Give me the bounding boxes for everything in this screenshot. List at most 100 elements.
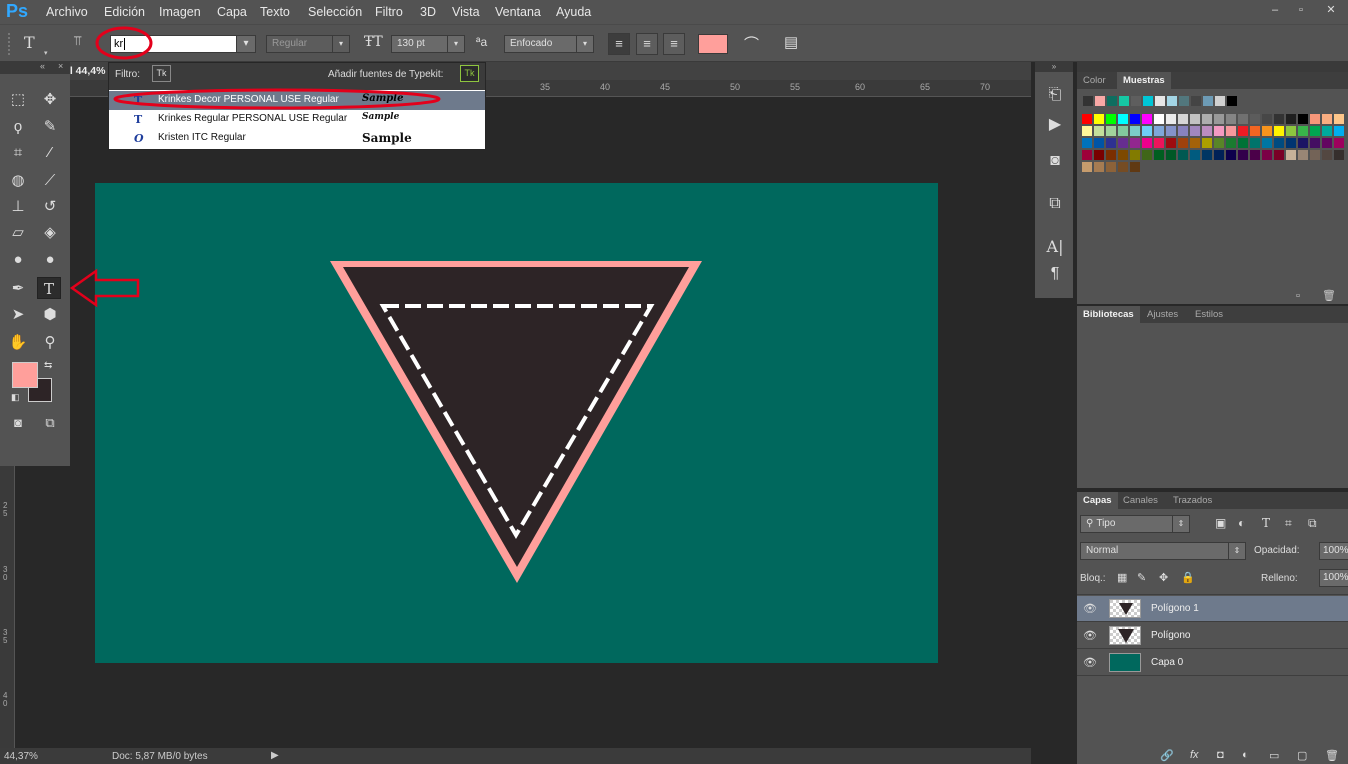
swatch[interactable] [1130, 162, 1140, 172]
status-menu-arrow-icon[interactable]: ▶ [271, 750, 279, 761]
filter-adjustment-icon[interactable]: ◐ [1238, 516, 1245, 530]
swatch[interactable] [1166, 126, 1176, 136]
swatch[interactable] [1118, 150, 1128, 160]
swatch[interactable] [1310, 114, 1320, 124]
swatch[interactable] [1274, 150, 1284, 160]
close-icon[interactable]: × [58, 61, 63, 71]
tab-capas[interactable]: Capas [1077, 492, 1118, 509]
swatch[interactable] [1214, 150, 1224, 160]
swatch[interactable] [1154, 150, 1164, 160]
type-tool-preset-icon[interactable]: T [24, 33, 35, 52]
swatch[interactable] [1214, 114, 1224, 124]
swatch[interactable] [1143, 96, 1153, 106]
swatch[interactable] [1118, 126, 1128, 136]
swatch[interactable] [1106, 150, 1116, 160]
swatch[interactable] [1334, 138, 1344, 148]
swatch[interactable] [1118, 114, 1128, 124]
antialias-dropdown[interactable]: Enfocado ▾ [504, 35, 594, 53]
swatch[interactable] [1178, 126, 1188, 136]
swatch[interactable] [1262, 150, 1272, 160]
new-group-icon[interactable]: ▭ [1269, 749, 1279, 762]
quick-selection-tool-icon[interactable]: ✎ [38, 116, 62, 138]
swatch[interactable] [1130, 138, 1140, 148]
tab-estilos[interactable]: Estilos [1189, 306, 1229, 323]
swatch[interactable] [1179, 96, 1189, 106]
blend-mode-dropdown[interactable]: Normal ⇕ [1080, 542, 1246, 560]
swatch[interactable] [1226, 114, 1236, 124]
lock-position-icon[interactable]: ✥ [1159, 571, 1168, 584]
swatch[interactable] [1286, 126, 1296, 136]
adjustment-layer-icon[interactable]: ◐ [1242, 749, 1249, 761]
marquee-tool-icon[interactable]: ⬚ [6, 89, 30, 111]
minimize-button[interactable]: – [1266, 3, 1284, 17]
zoom-tool-icon[interactable]: ⚲ [38, 332, 62, 354]
swatch[interactable] [1310, 126, 1320, 136]
swatch[interactable] [1250, 114, 1260, 124]
swatch[interactable] [1274, 126, 1284, 136]
trash-icon[interactable]: 🗑 [1322, 289, 1336, 302]
pen-tool-icon[interactable]: ✒ [6, 278, 30, 300]
menu-ventana[interactable]: Ventana [495, 5, 541, 19]
swatch[interactable] [1142, 150, 1152, 160]
menu-capa[interactable]: Capa [217, 5, 247, 19]
swatch[interactable] [1119, 96, 1129, 106]
lock-all-icon[interactable]: 🔒 [1181, 571, 1195, 584]
swatch[interactable] [1334, 114, 1344, 124]
zoom-level[interactable]: 44,37% [4, 751, 38, 762]
eye-icon[interactable]: 👁 [1083, 656, 1097, 669]
add-typekit-button[interactable]: Tk [460, 65, 479, 82]
swatch[interactable] [1082, 150, 1092, 160]
type-tool-icon[interactable]: T [37, 277, 61, 299]
clone-stamp-tool-icon[interactable]: ⊥ [6, 196, 30, 218]
swatch[interactable] [1334, 126, 1344, 136]
swatch[interactable] [1238, 126, 1248, 136]
swatch[interactable] [1250, 138, 1260, 148]
inner-triangle[interactable] [343, 267, 689, 567]
lock-transparent-icon[interactable]: ▦ [1117, 571, 1127, 584]
actions-panel-icon[interactable]: ▶ [1041, 114, 1069, 134]
document-canvas[interactable] [95, 183, 938, 663]
close-button[interactable]: ✕ [1322, 3, 1340, 17]
swatch[interactable] [1083, 96, 1093, 106]
filter-smart-object-icon[interactable]: ⧉ [1308, 516, 1317, 531]
swatch[interactable] [1274, 138, 1284, 148]
swatch[interactable] [1082, 114, 1092, 124]
swatch[interactable] [1190, 150, 1200, 160]
swatch[interactable] [1094, 150, 1104, 160]
tab-muestras[interactable]: Muestras [1117, 72, 1171, 89]
crop-tool-icon[interactable]: ⌗ [6, 142, 30, 164]
menu-3d[interactable]: 3D [420, 5, 436, 19]
paint-bucket-tool-icon[interactable]: ◈ [38, 222, 62, 244]
layer-row-capa-0[interactable]: 👁 Capa 0 [1077, 650, 1348, 676]
collapse-icon[interactable]: « [40, 61, 45, 71]
swatch[interactable] [1190, 114, 1200, 124]
new-layer-icon[interactable]: ▢ [1297, 749, 1307, 762]
tab-trazados[interactable]: Trazados [1167, 492, 1218, 509]
text-color-swatch[interactable] [698, 34, 728, 54]
clone-source-panel-icon[interactable]: ⧉ [1041, 195, 1069, 213]
layer-row-poligono-1[interactable]: 👁 Polígono 1 [1077, 596, 1348, 622]
swatch[interactable] [1215, 96, 1225, 106]
swatch[interactable] [1106, 138, 1116, 148]
swatch[interactable] [1106, 114, 1116, 124]
swatch[interactable] [1310, 150, 1320, 160]
opacity-field[interactable]: 100% [1319, 542, 1348, 560]
filter-shape-icon[interactable]: ⌗ [1285, 516, 1292, 531]
swatch[interactable] [1262, 138, 1272, 148]
swatch[interactable] [1250, 126, 1260, 136]
add-mask-icon[interactable]: ◘ [1217, 749, 1224, 761]
align-left-button[interactable]: ≡ [608, 33, 630, 55]
layer-filter-dropdown[interactable]: ⚲ Tipo ⇕ [1080, 515, 1190, 533]
swatch[interactable] [1106, 126, 1116, 136]
swatch[interactable] [1214, 126, 1224, 136]
swatch[interactable] [1118, 162, 1128, 172]
swatch[interactable] [1322, 126, 1332, 136]
tab-color[interactable]: Color [1077, 72, 1112, 89]
swatch[interactable] [1142, 126, 1152, 136]
swatch[interactable] [1274, 114, 1284, 124]
swatch[interactable] [1178, 150, 1188, 160]
toggle-orientation-icon[interactable]: ⫪ [74, 33, 81, 49]
swatch[interactable] [1286, 114, 1296, 124]
swatch[interactable] [1095, 96, 1105, 106]
swatch[interactable] [1202, 126, 1212, 136]
